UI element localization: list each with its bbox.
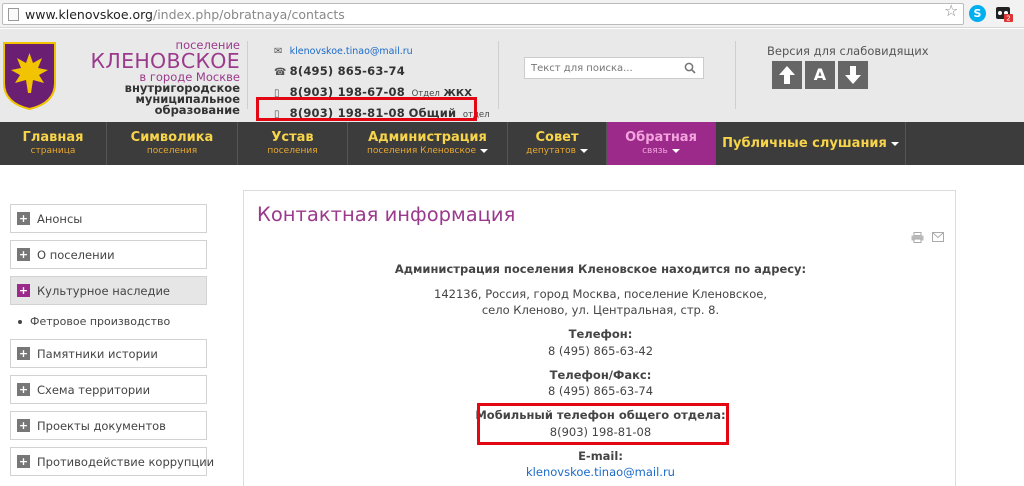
arrow-down-icon[interactable] <box>838 61 868 89</box>
dropdown-caret-icon <box>579 148 588 153</box>
sidebar-subitem-felt-production[interactable]: Фетровое производство <box>10 308 207 336</box>
nav-item-title: Совет <box>535 130 579 145</box>
phone-heading: Телефон: <box>568 327 633 341</box>
nav-item-charter[interactable]: Устав поселения <box>238 122 348 165</box>
highlight-box <box>256 97 477 121</box>
nav-item-subtitle: поселения Кленовское <box>367 146 476 156</box>
divider <box>498 41 499 109</box>
plus-icon: + <box>17 284 30 297</box>
sidebar-item-draft-documents[interactable]: + Проекты документов <box>10 411 207 440</box>
url-text[interactable]: www.klenovskoe.org/index.php/obratnaya/c… <box>25 7 345 22</box>
address-heading: Администрация поселения Кленовское наход… <box>394 262 807 276</box>
address-bar[interactable]: www.klenovskoe.org/index.php/obratnaya/c… <box>2 3 964 25</box>
sidebar-item-label: Памятники истории <box>37 347 158 361</box>
phone-value: 8 (495) 865-63-42 <box>547 344 654 358</box>
nav-item-council[interactable]: Совет депутатов <box>508 122 607 165</box>
sidebar-item-announcements[interactable]: + Анонсы <box>10 204 207 233</box>
nav-item-symbols[interactable]: Символика поселения <box>107 122 238 165</box>
plus-icon: + <box>17 419 30 432</box>
nav-item-subtitle: депутатов <box>526 146 576 156</box>
highlight-box <box>477 403 729 445</box>
sidebar-item-about[interactable]: + О поселении <box>10 240 207 269</box>
nav-item-subtitle: поселения <box>146 146 198 156</box>
site-brand[interactable]: поселение КЛЕНОВСКОЕ в городе Москве вну… <box>70 39 241 117</box>
nav-item-subtitle: связь <box>642 146 668 156</box>
plus-icon: + <box>17 455 30 468</box>
arrow-up-icon[interactable] <box>772 61 802 89</box>
nav-item-title: Главная <box>22 130 84 145</box>
site-header: поселение КЛЕНОВСКОЕ в городе Москве вну… <box>0 29 1024 122</box>
svg-text:2: 2 <box>1006 15 1010 23</box>
contact-phone-row: ☎ 8(495) 865-63-74 <box>274 64 490 85</box>
sidebar-item-label: О поселении <box>37 248 115 262</box>
dropdown-caret-icon <box>890 141 899 146</box>
search-box[interactable] <box>524 57 704 79</box>
page-title: Контактная информация <box>257 203 516 226</box>
nav-item-feedback[interactable]: Обратная связь <box>607 122 716 165</box>
nav-item-title: Символика <box>130 130 214 145</box>
bullet-icon <box>18 320 22 324</box>
address-line: 142136, Россия, город Москва, поселение … <box>434 287 767 301</box>
sidebar-item-label: Культурное наследие <box>37 284 171 298</box>
print-icon[interactable] <box>911 232 924 243</box>
email-heading: E-mail: <box>578 449 623 463</box>
envelope-icon: ✉ <box>274 46 283 57</box>
sidebar-menu: + Анонсы + О поселении + Культурное насл… <box>10 204 214 483</box>
sidebar-item-label: Схема территории <box>37 383 151 397</box>
address-line: село Кленово, ул. Центральная, стр. 8. <box>481 303 720 317</box>
sidebar-item-anti-corruption[interactable]: + Противодействие коррупции <box>10 447 214 476</box>
nav-item-title: Устав <box>271 130 314 145</box>
font-size-button[interactable]: A <box>805 61 835 89</box>
skype-extension-icon[interactable]: S <box>969 5 986 22</box>
search-icon[interactable] <box>684 62 696 74</box>
sidebar-subitem-label: Фетровое производство <box>30 315 171 328</box>
sidebar-item-label: Противодействие коррупции <box>37 455 215 469</box>
contact-email-row: ✉ klenovskoe.tinao@mail.ru <box>274 43 490 64</box>
email-link[interactable]: klenovskoe.tinao@mail.ru <box>244 465 957 479</box>
plus-icon: + <box>17 347 30 360</box>
dropdown-caret-icon <box>479 148 488 153</box>
sidebar-item-label: Проекты документов <box>37 419 166 433</box>
nav-item-subtitle: поселения <box>267 146 318 156</box>
sidebar-item-label: Анонсы <box>37 212 83 226</box>
fax-heading: Телефон/Факс: <box>549 368 652 382</box>
nav-item-subtitle: страница <box>30 146 76 156</box>
spy-extension-icon[interactable]: 2 <box>995 4 1013 22</box>
nav-item-public-hearings[interactable]: Публичные слушания <box>716 122 906 165</box>
sidebar-item-cultural-heritage[interactable]: + Культурное наследие <box>10 276 207 305</box>
nav-item-title: Обратная <box>625 130 697 145</box>
search-input[interactable] <box>531 61 681 75</box>
plus-icon: + <box>17 383 30 396</box>
bookmark-star-icon[interactable]: ☆ <box>944 1 958 20</box>
main-navigation: Главная страница Символика поселения Уст… <box>0 122 1024 165</box>
sidebar-item-territory-map[interactable]: + Схема территории <box>10 375 207 404</box>
page-icon <box>8 8 19 21</box>
coat-of-arms-logo[interactable] <box>2 41 57 111</box>
divider <box>735 41 736 109</box>
nav-item-title: Администрация <box>368 130 487 145</box>
divider <box>247 41 248 109</box>
dropdown-caret-icon <box>671 148 680 153</box>
browser-toolbar: www.klenovskoe.org/index.php/obratnaya/c… <box>0 0 1024 28</box>
email-icon[interactable] <box>932 232 944 242</box>
nav-item-home[interactable]: Главная страница <box>0 122 107 165</box>
nav-item-administration[interactable]: Администрация поселения Кленовское <box>348 122 508 165</box>
header-phone: 8(495) 865-63-74 <box>289 64 405 78</box>
fax-value: 8 (495) 865-63-74 <box>547 384 654 398</box>
header-email-link[interactable]: klenovskoe.tinao@mail.ru <box>290 46 413 57</box>
accessibility-label: Версия для слабовидящих <box>767 44 929 58</box>
sidebar-item-monuments[interactable]: + Памятники истории <box>10 339 207 368</box>
plus-icon: + <box>17 212 30 225</box>
brand-line: образование <box>154 103 240 117</box>
brand-name: КЛЕНОВСКОЕ <box>90 49 240 73</box>
nav-item-title: Публичные слушания <box>722 136 887 151</box>
phone-icon: ☎ <box>274 67 287 78</box>
plus-icon: + <box>17 248 30 261</box>
